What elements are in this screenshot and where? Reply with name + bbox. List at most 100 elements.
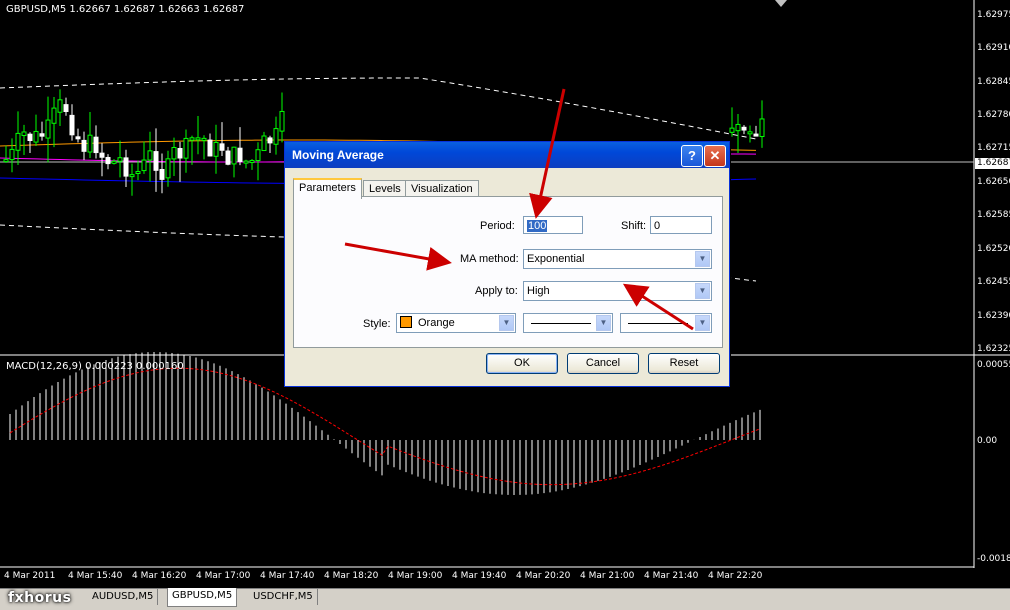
candle-body [231,146,237,165]
candle-body [15,132,21,151]
time-label: 4 Mar 2011 [4,571,56,581]
time-label: 4 Mar 15:40 [68,571,123,581]
period-label: Period: [480,220,515,232]
price-label: 1.62650 [977,177,1010,187]
color-swatch-icon [400,316,412,328]
macd-label: 0.00 [977,436,998,446]
macd-label: 0.00055 [977,360,1010,370]
line-style-select[interactable]: ▼ [523,313,613,333]
tab-usdchf[interactable]: USDCHF,M5 [249,589,318,605]
candle-body [3,159,9,163]
style-color-value: Orange [418,317,455,329]
candle-body [753,133,759,137]
candle-body [255,149,261,161]
candle-body [57,99,63,113]
time-label: 4 Mar 22:20 [708,571,763,581]
shift-field[interactable]: 0 [650,216,712,234]
candle-body [243,160,249,164]
apply-to-select[interactable]: High ▼ [523,281,712,301]
candle-body [195,137,201,141]
candle-body [69,114,75,136]
candle-body [207,139,213,157]
ok-button[interactable]: OK [486,353,558,374]
chevron-down-icon[interactable]: ▼ [499,315,514,331]
chevron-down-icon[interactable]: ▼ [695,315,710,331]
candle-body [99,152,105,158]
chart-tab-bar: AUDUSD,M5 GBPUSD,M5 USDCHF,M5 [0,588,1010,610]
candle-body [165,158,171,179]
price-label: 1.62975 [977,10,1010,20]
candle-body [171,147,177,160]
chevron-down-icon[interactable]: ▼ [596,315,611,331]
price-label: 1.62910 [977,43,1010,53]
candle-body [135,171,141,175]
period-field[interactable]: 100 [523,216,583,234]
parameters-panel: Period: 100 Shift: 0 MA method: Exponent… [293,196,723,348]
candle-body [123,157,129,177]
candle-body [747,131,753,135]
candle-body [219,143,225,151]
line-width-select[interactable]: ▼ [620,313,712,333]
candle-body [39,133,45,137]
tab-gbpusd[interactable]: GBPUSD,M5 [167,588,238,607]
price-label: 1.62520 [977,244,1010,254]
time-label: 4 Mar 17:00 [196,571,251,581]
tab-visualization[interactable]: Visualization [405,180,479,197]
dialog-title: Moving Average [292,148,384,162]
apply-to-value: High [527,285,550,297]
candle-body [729,127,735,133]
candle-body [9,148,15,161]
candle-body [63,104,69,113]
candle-body [273,128,279,145]
candle-body [141,159,147,172]
candle-body [159,168,165,180]
cancel-button[interactable]: Cancel [567,353,639,374]
time-label: 4 Mar 21:40 [644,571,699,581]
chevron-down-icon[interactable]: ▼ [695,251,710,267]
ma-method-label: MA method: [460,253,519,265]
candle-body [105,156,111,165]
close-button[interactable]: ✕ [704,145,726,167]
candle-body [735,123,741,132]
macd-label: -0.00180 [977,554,1010,564]
candle-body [267,137,273,144]
candle-body [225,150,231,165]
candle-body [759,118,765,138]
price-label: 1.62845 [977,77,1010,87]
apply-to-label: Apply to: [475,285,518,297]
candle-body [51,107,57,124]
price-label: 1.62390 [977,311,1010,321]
candle-body [27,133,33,141]
time-label: 4 Mar 20:20 [516,571,571,581]
candle-body [261,135,267,152]
candle-body [153,151,159,171]
help-button[interactable]: ? [681,145,703,167]
price-label: 1.62780 [977,110,1010,120]
line-style-preview-icon [531,322,591,324]
ma-method-value: Exponential [527,253,585,265]
candle-body [75,136,81,140]
candle-body [147,150,153,161]
candle-body [189,137,195,141]
time-label: 4 Mar 19:00 [388,571,443,581]
period-value: 100 [527,220,548,232]
ma-method-select[interactable]: Exponential ▼ [523,249,712,269]
price-label: 1.62455 [977,277,1010,287]
style-label: Style: [363,318,391,330]
reset-button[interactable]: Reset [648,353,720,374]
candle-body [117,157,123,162]
chevron-down-icon[interactable]: ▼ [695,283,710,299]
tab-levels[interactable]: Levels [363,180,407,197]
candle-body [93,136,99,154]
candle-body [81,139,87,152]
tab-audusd[interactable]: AUDUSD,M5 [88,589,159,605]
style-color-select[interactable]: Orange ▼ [396,313,516,333]
macd-header: MACD(12,26,9) 0.000223 0.000160 [6,361,184,372]
candle-body [201,137,207,141]
candle-body [129,174,135,178]
dialog-titlebar[interactable]: Moving Average ? ✕ [285,142,729,168]
line-width-preview-icon [628,322,688,324]
tab-parameters[interactable]: Parameters [293,178,362,199]
moving-average-dialog: Moving Average ? ✕ Parameters Levels Vis… [284,141,730,387]
time-label: 4 Mar 17:40 [260,571,315,581]
